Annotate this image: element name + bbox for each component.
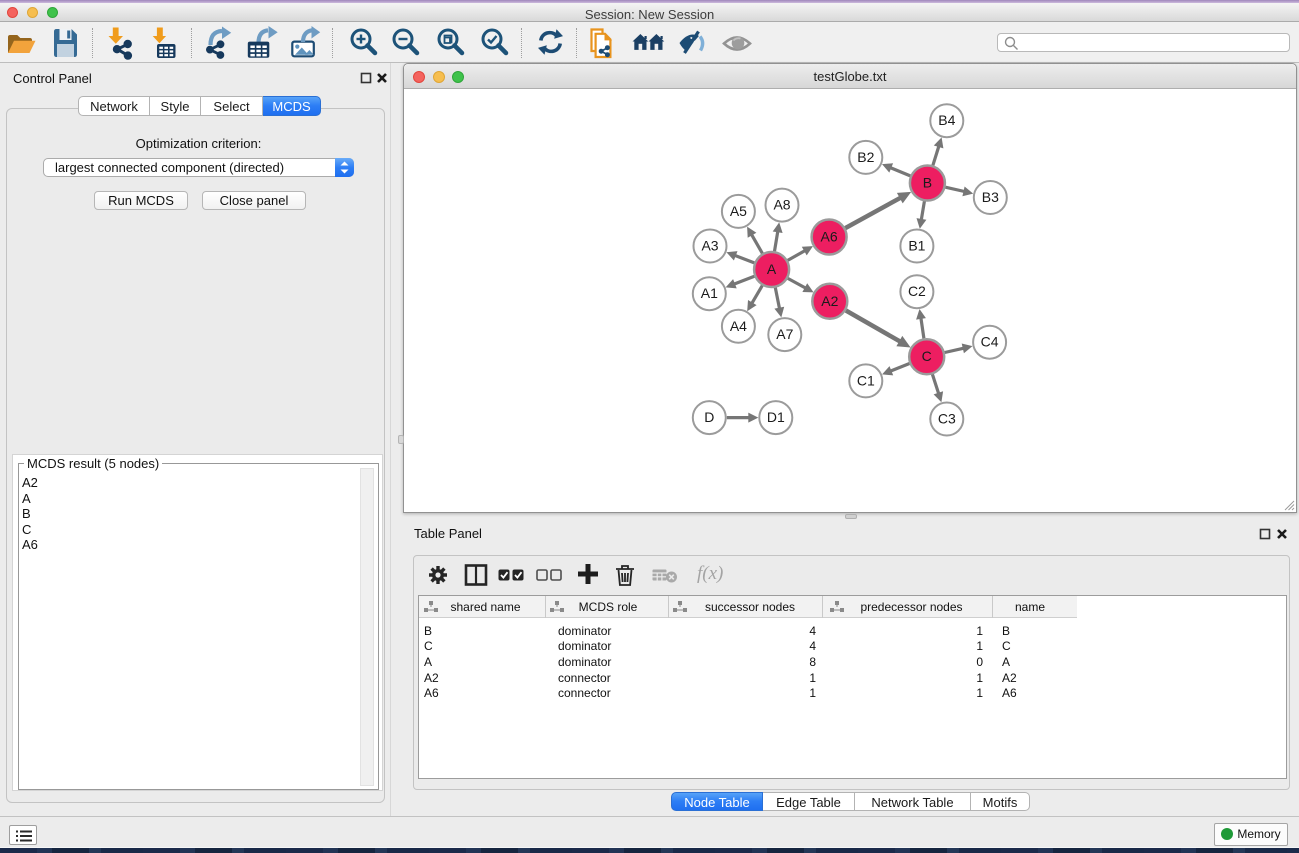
svg-text:B3: B3: [982, 189, 999, 205]
svg-text:B4: B4: [938, 112, 955, 128]
svg-text:B2: B2: [857, 149, 874, 165]
svg-text:A2: A2: [821, 293, 838, 309]
svg-text:B: B: [923, 175, 932, 191]
svg-text:A: A: [767, 261, 777, 277]
svg-text:B1: B1: [908, 238, 925, 254]
svg-text:D: D: [704, 409, 714, 425]
svg-text:C1: C1: [857, 372, 875, 388]
svg-text:A3: A3: [701, 238, 718, 254]
svg-text:A5: A5: [730, 203, 747, 219]
svg-text:C: C: [922, 348, 932, 364]
svg-text:A1: A1: [701, 285, 718, 301]
svg-text:A6: A6: [821, 229, 838, 245]
svg-text:D1: D1: [767, 409, 785, 425]
svg-text:C2: C2: [908, 283, 926, 299]
svg-text:C4: C4: [981, 334, 999, 350]
svg-text:C3: C3: [938, 411, 956, 427]
svg-text:A8: A8: [773, 197, 790, 213]
svg-text:A4: A4: [730, 318, 747, 334]
svg-text:A7: A7: [776, 326, 793, 342]
